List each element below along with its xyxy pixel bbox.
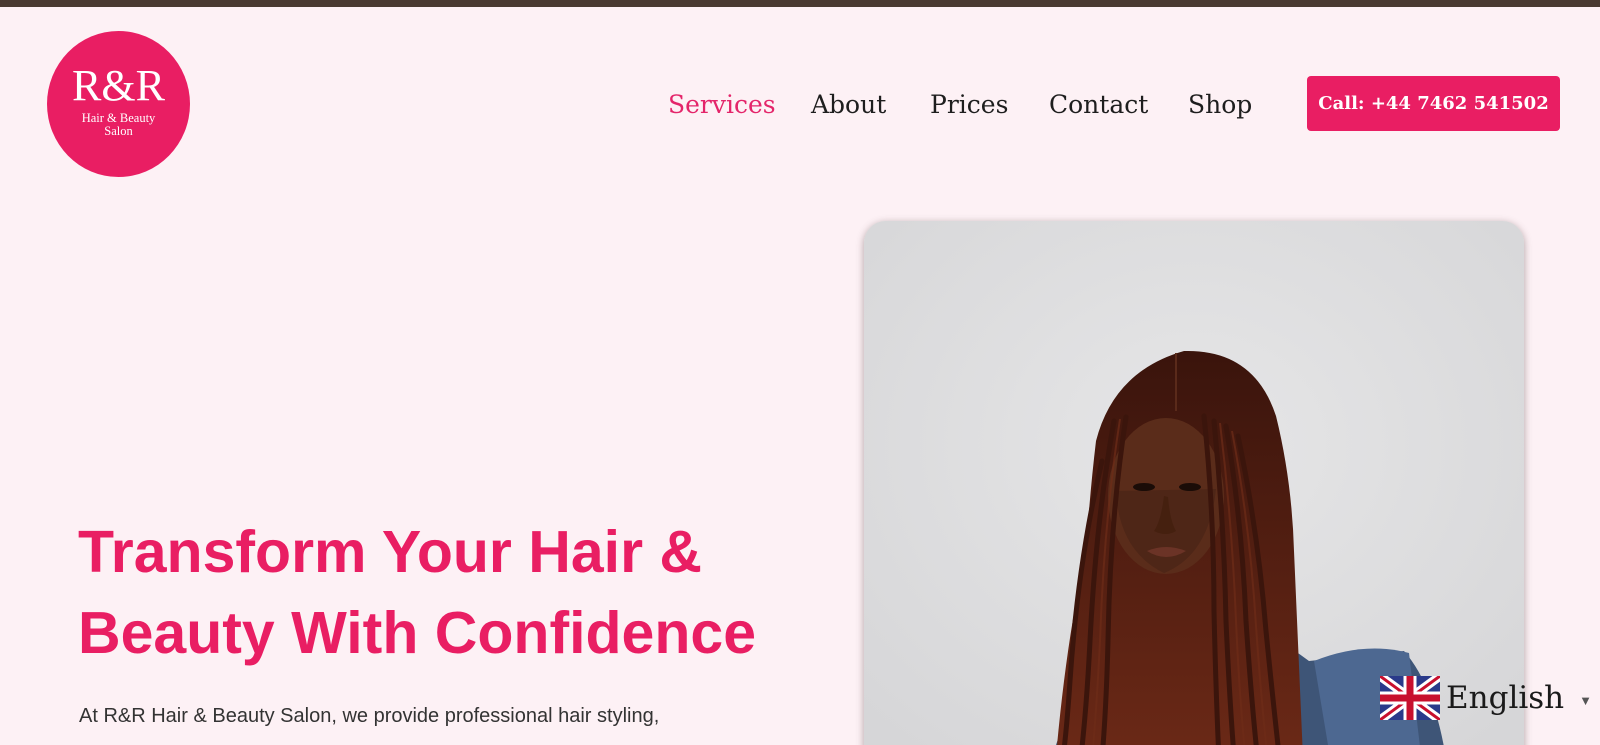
- language-selector[interactable]: English ▼: [1380, 676, 1592, 720]
- caret-down-icon: ▼: [1579, 692, 1593, 708]
- hero-headline: Transform Your Hair & Beauty With Confid…: [78, 512, 778, 674]
- hero-headline-line-2: Beauty With Confidence: [78, 600, 757, 666]
- top-border: [0, 0, 1600, 7]
- language-label: English: [1446, 680, 1565, 716]
- hero-image: [864, 221, 1524, 745]
- nav-link-about[interactable]: About: [811, 88, 886, 122]
- hero-photo-illustration: [864, 221, 1524, 745]
- nav-link-contact[interactable]: Contact: [1049, 88, 1148, 122]
- nav-link-shop[interactable]: Shop: [1188, 88, 1252, 122]
- hero-intro-text: At R&R Hair & Beauty Salon, we provide p…: [79, 705, 660, 727]
- nav-link-prices[interactable]: Prices: [930, 88, 1008, 122]
- hero-headline-line-1: Transform Your Hair &: [78, 519, 703, 585]
- call-button[interactable]: Call: +44 7462 541502: [1307, 76, 1560, 131]
- uk-flag-icon: [1380, 676, 1440, 720]
- nav-link-services[interactable]: Services: [668, 88, 776, 122]
